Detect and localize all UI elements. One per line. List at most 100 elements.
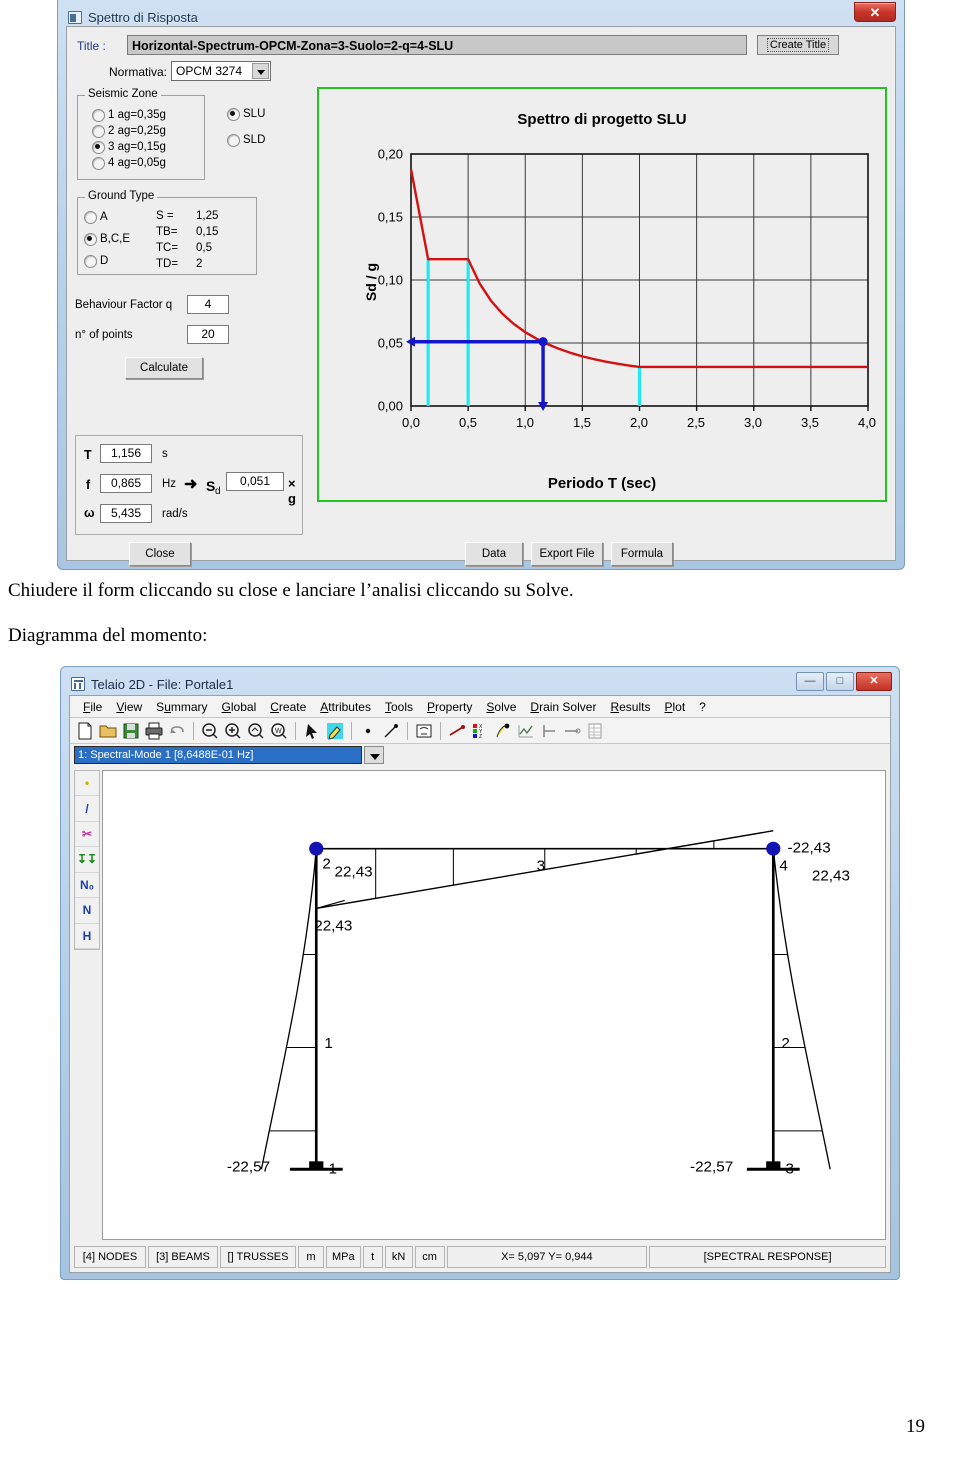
status-cell-2: [] TRUSSES <box>220 1246 296 1268</box>
new-file-icon[interactable] <box>75 721 95 741</box>
save-disk-icon[interactable] <box>121 721 141 741</box>
menu-item-drain-solver[interactable]: Drain Solver <box>523 698 603 716</box>
param-TB-name: TB= <box>156 226 178 238</box>
radio-zone-1[interactable]: 1 ag=0,35g <box>92 108 166 122</box>
menu-item-plot[interactable]: Plot <box>657 698 692 716</box>
svg-text:W: W <box>275 728 282 735</box>
node-point-icon[interactable] <box>358 721 378 741</box>
sd-subscript: d <box>215 486 221 497</box>
spectrum-title-input[interactable]: Horizontal-Spectrum-OPCM-Zona=3-Suolo=2-… <box>127 35 747 55</box>
menu-item-results[interactable]: Results <box>603 698 657 716</box>
zoom-in-icon[interactable] <box>223 721 243 741</box>
menu-item-create[interactable]: Create <box>263 698 313 716</box>
load-icon[interactable] <box>493 721 513 741</box>
close-label: Close <box>145 548 175 560</box>
zoom-pan-icon[interactable] <box>246 721 266 741</box>
sd-value-input[interactable]: 0,051 <box>226 472 284 491</box>
T-unit: s <box>162 448 168 460</box>
chart-icon[interactable] <box>516 721 536 741</box>
axial-n-icon[interactable]: N <box>75 898 99 924</box>
radio-ground-d[interactable]: D <box>84 254 108 268</box>
export-file-button[interactable]: Export File <box>531 542 603 566</box>
support-icon[interactable] <box>447 721 467 741</box>
select-arrow-icon[interactable] <box>302 721 322 741</box>
beam-icon[interactable]: / <box>75 796 99 822</box>
mask-icon[interactable] <box>414 721 434 741</box>
sd-unit: × g <box>288 476 296 506</box>
radio-zone-2[interactable]: 2 ag=0,25g <box>92 124 166 138</box>
zoom-window-icon[interactable]: W <box>269 721 289 741</box>
calculate-button[interactable]: Calculate <box>125 357 203 379</box>
menu-item--[interactable]: ? <box>692 698 713 716</box>
normativa-label: Normativa: <box>109 65 168 79</box>
omega-symbol: ω <box>84 506 95 520</box>
radio-zone-3[interactable]: 3 ag=0,15g <box>92 140 166 154</box>
f-symbol: f <box>86 478 91 492</box>
open-folder-icon[interactable] <box>98 721 118 741</box>
node-icon[interactable]: • <box>75 771 99 797</box>
beam-line-icon[interactable] <box>381 721 401 741</box>
horizontal-h-icon[interactable]: H <box>75 924 99 949</box>
period-T-input[interactable]: 1,156 <box>100 444 152 463</box>
create-title-button[interactable]: Create Title <box>757 35 839 55</box>
radio-ground-a[interactable]: A <box>84 210 108 224</box>
paint-icon[interactable] <box>325 721 345 741</box>
loads-icon[interactable]: ↧↧ <box>75 847 99 873</box>
undo-icon[interactable] <box>167 721 187 741</box>
menu-item-global[interactable]: Global <box>215 698 264 716</box>
close-button[interactable]: Close <box>129 542 191 566</box>
param-S-name: S = <box>156 210 174 222</box>
print-icon[interactable] <box>144 721 164 741</box>
cut-scissors-icon[interactable]: ✂ <box>75 822 99 848</box>
table-icon[interactable] <box>585 721 605 741</box>
window2-close-button[interactable]: ✕ <box>856 672 892 691</box>
behaviour-factor-label: Behaviour Factor q <box>75 299 173 311</box>
zoom-out-icon[interactable] <box>200 721 220 741</box>
marker-design-point <box>538 337 548 347</box>
omega-input[interactable]: 5,435 <box>100 504 152 523</box>
column-right-moment <box>772 848 831 1170</box>
mode-combobox-chevron-down-icon[interactable] <box>364 746 384 764</box>
normativa-select[interactable]: OPCM 3274 <box>171 61 271 81</box>
param-TD-value: 2 <box>196 258 203 270</box>
toolbar-separator-3 <box>351 721 352 740</box>
release-icon[interactable] <box>562 721 582 741</box>
fix-left-icon[interactable] <box>539 721 559 741</box>
vertical-toolbar: • / ✂ ↧↧ N₀ N H <box>74 770 100 950</box>
mode-combobox-value[interactable]: 1: Spectral-Mode 1 [8,6488E-01 Hz] <box>74 746 362 764</box>
menu-bar: File View Summary Global Create Attributes Too… <box>70 696 890 718</box>
frame-app-icon <box>71 677 85 691</box>
radio-ground-bce[interactable]: B,C,E <box>84 232 130 246</box>
rgb-axes-icon[interactable]: XYZ <box>470 721 490 741</box>
status-cell-8: X= 5,097 Y= 0,944 <box>446 1246 648 1268</box>
minimize-button[interactable]: — <box>796 672 824 691</box>
radio-sld[interactable]: SLD <box>227 133 265 147</box>
param-TD-name: TD= <box>156 258 179 270</box>
n-points-input[interactable]: 20 <box>187 325 229 344</box>
status-cell-0: [4] NODES <box>74 1246 146 1268</box>
mode-combobox[interactable]: 1: Spectral-Mode 1 [8,6488E-01 Hz] <box>74 746 384 764</box>
menu-item-property[interactable]: Property <box>420 698 479 716</box>
T-symbol: T <box>84 448 92 462</box>
maximize-button[interactable]: □ <box>826 672 854 691</box>
window1-close-button[interactable]: ✕ <box>854 2 896 22</box>
frequency-f-input[interactable]: 0,865 <box>100 474 152 493</box>
menu-item-tools[interactable]: Tools <box>378 698 420 716</box>
menu-item-file[interactable]: File <box>76 698 109 716</box>
status-cell-9: [SPECTRAL RESPONSE] <box>649 1246 887 1268</box>
menu-item-summary[interactable]: Summary <box>149 698 214 716</box>
radio-zone-4[interactable]: 4 ag=0,05g <box>92 156 166 170</box>
menu-item-view[interactable]: View <box>109 698 149 716</box>
axial-n0-icon[interactable]: N₀ <box>75 873 99 899</box>
window1-client-area: Title : Horizontal-Spectrum-OPCM-Zona=3-… <box>66 26 896 566</box>
data-button[interactable]: Data <box>465 542 523 566</box>
moment-diagram-canvas[interactable]: 22,43 22,43 -22,43 22,43 -22,57 -22,57 2 3 4 1 2 1 3 <box>102 770 886 1240</box>
formula-button[interactable]: Formula <box>611 542 673 566</box>
doc-paragraph-2: Diagramma del momento: <box>8 625 208 646</box>
menu-item-solve[interactable]: Solve <box>479 698 523 716</box>
column-left-moment <box>260 848 317 1170</box>
radio-slu[interactable]: SLU <box>227 107 265 121</box>
chevron-down-icon[interactable] <box>252 63 269 79</box>
behaviour-factor-input[interactable]: 4 <box>187 295 229 314</box>
menu-item-attributes[interactable]: Attributes <box>313 698 378 716</box>
